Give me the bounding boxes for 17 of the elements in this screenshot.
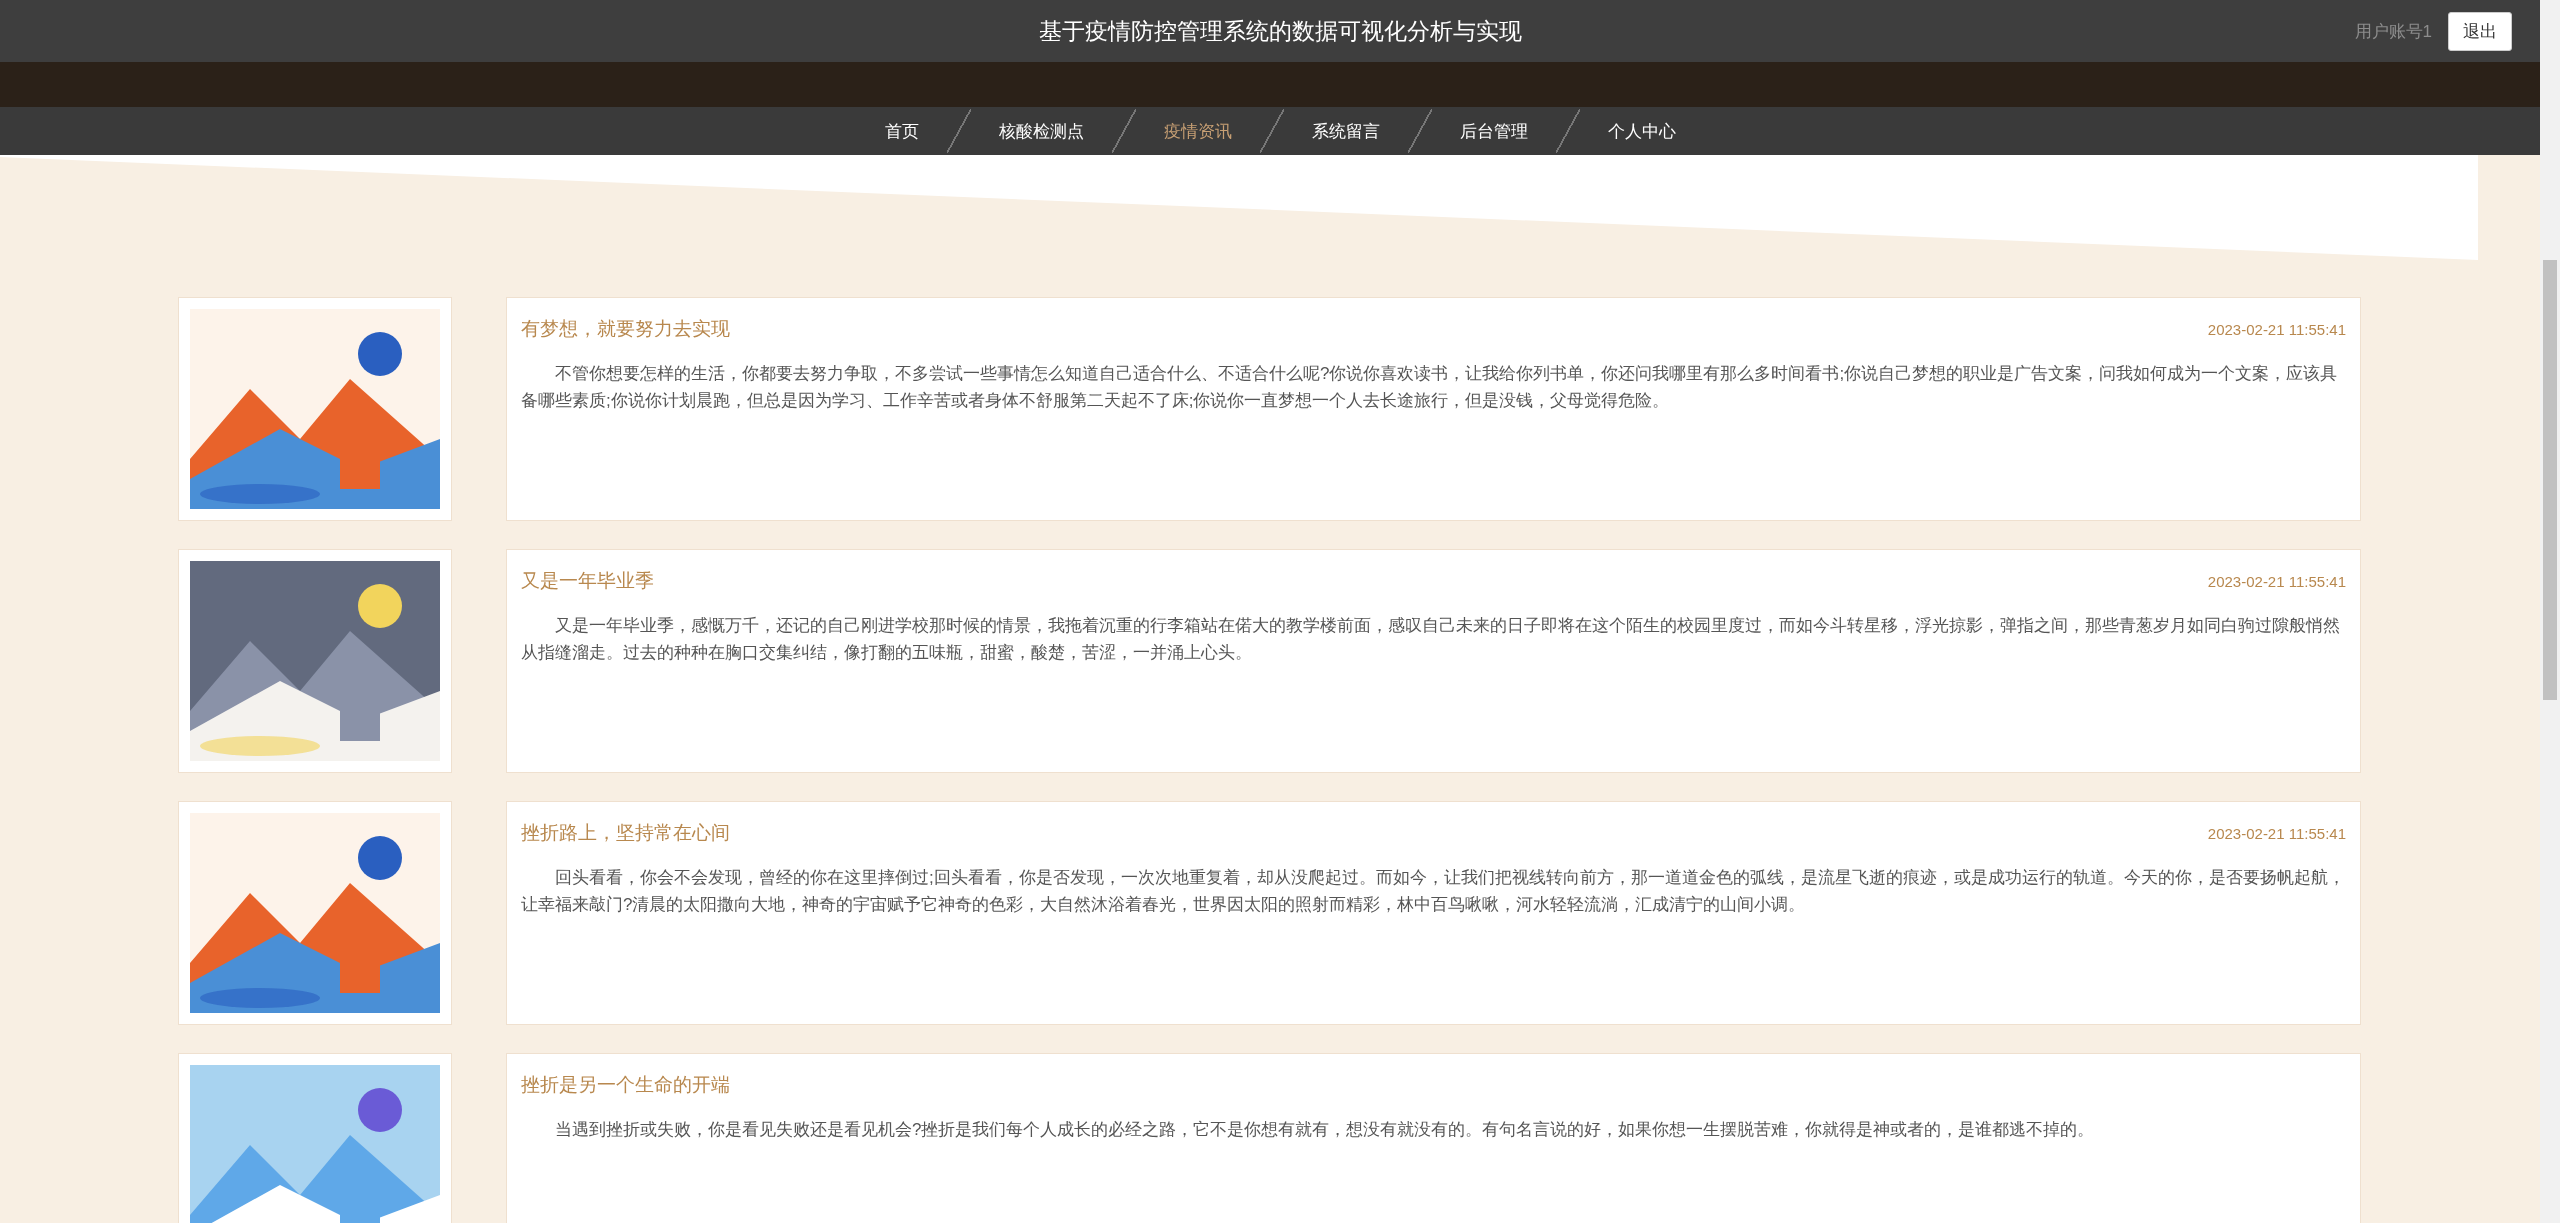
- news-summary: 不管你想要怎样的生活，你都要去努力争取，不多尝试一些事情怎么知道自己适合什么、不适合什么呢?你说你喜欢读书，让我给你列书单，你还问我哪里有那么多时间看书;你说自己梦想的职业是广告文案，问我如何成为一个文案，应该具备哪些素质;你说你计划晨跑，但总是因为学习、工作辛苦或者身体不舒服第二天起不了床;你说你一直梦想一个人去长途旅行，但是没钱，父母觉得危险。: [521, 363, 2339, 412]
- nav-link[interactable]: 首页: [884, 115, 919, 147]
- news-date: 2023-02-21 11:55:41: [2207, 824, 2346, 842]
- nav-link[interactable]: 个人中心: [1607, 115, 1676, 147]
- news-summary: 又是一年毕业季，感慨万千，还记的自己刚进学校那时候的情景，我拖着沉重的行李箱站在偌大的教学楼前面，感叹自己未来的日子即将在这个陌生的校园里度过，而如今斗转星移，浮光掠影，弹指之间，那些青葱岁月如同白驹过隙般悄然从指缝溜走。过去的种种在胸口交集纠结，像打翻的五味瓶，甜蜜，酸楚，苦涩，一并涌上心头。: [521, 615, 2341, 664]
- nav-link[interactable]: 核酸检测点: [998, 115, 1084, 147]
- scrollbar[interactable]: [2540, 0, 2560, 1223]
- news-date: 2023-02-21 11:55:41: [2207, 572, 2346, 590]
- username-label: 用户账号1: [2354, 20, 2432, 43]
- nav-link[interactable]: 系统留言: [1311, 115, 1380, 147]
- news-date: 2023-02-21 11:55:41: [2207, 320, 2346, 338]
- logout-button[interactable]: 退出: [2448, 11, 2512, 51]
- nav-link[interactable]: 疫情资讯: [1163, 115, 1232, 147]
- news-summary: 回头看看，你会不会发现，曾经的你在这里摔倒过;回头看看，你是否发现，一次次地重复着，却从没爬起过。而如今，让我们把视线转向前方，那一道道金色的弧线，是流星飞逝的痕迹，或是成功运行的轨道。今天的你，是否要扬帆起航，让幸福来敲门?清晨的太阳撒向大地，神奇的宇宙赋予它神奇的色彩，大自然沐浴着春光，世界因太阳的照射而精彩，林中百鸟啾啾，河水轻轻流淌，汇成清宁的山间小调。: [521, 867, 2346, 916]
- site-title: 基于疫情防控管理系统的数据可视化分析与实现: [1038, 17, 1522, 46]
- news-summary: 当遇到挫折或失败，你是看见失败还是看见机会?挫折是我们每个人成长的必经之路，它不是你想有就有，想没有就没有的。有句名言说的好，如果你想一生摆脱苦难，你就得是神或者的，是谁都逃不掉的。: [554, 1119, 2096, 1141]
- nav-link[interactable]: 后台管理: [1459, 115, 1528, 147]
